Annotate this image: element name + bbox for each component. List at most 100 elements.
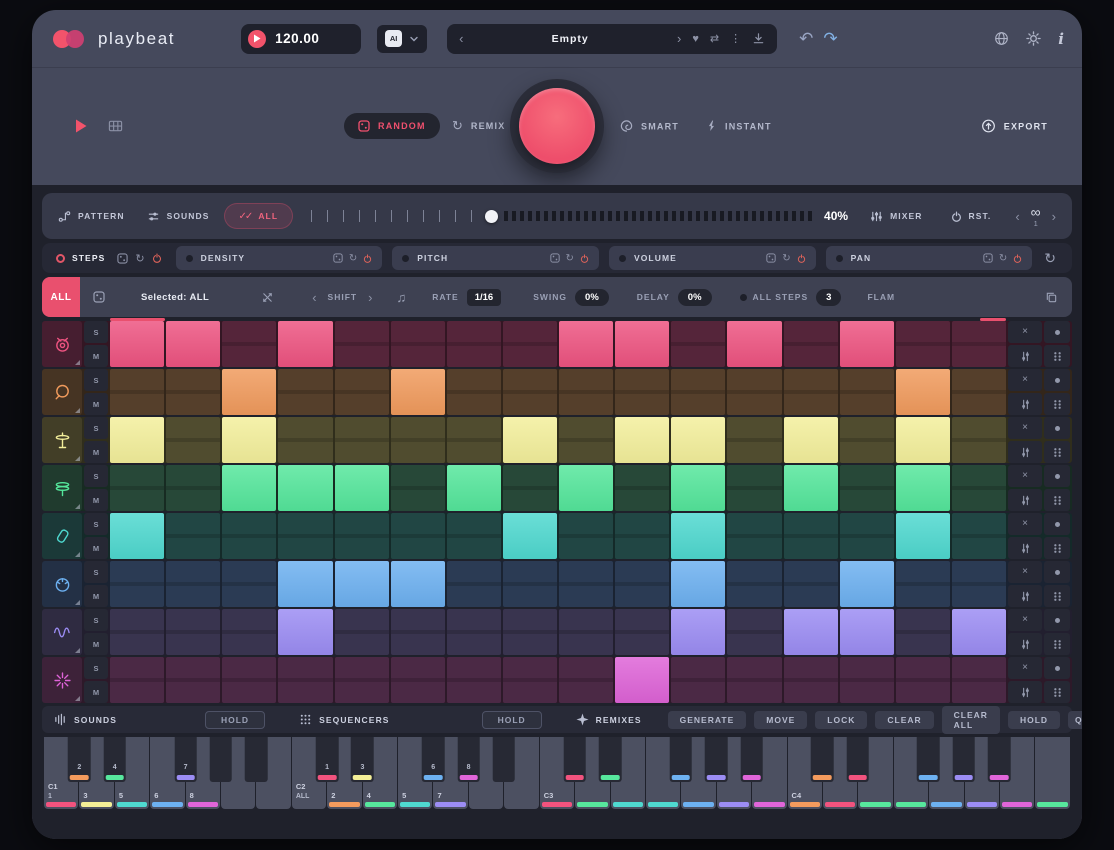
choke-button[interactable] bbox=[1044, 561, 1070, 583]
redo-button[interactable]: ↷ bbox=[823, 29, 837, 49]
step-hihat-12[interactable] bbox=[727, 417, 781, 463]
solo-button-openhat[interactable]: S bbox=[84, 465, 108, 487]
power-icon[interactable] bbox=[363, 254, 372, 263]
power-icon[interactable] bbox=[797, 254, 806, 263]
loop-length-display[interactable]: ∞ 1 bbox=[1031, 205, 1041, 228]
step-fx-15[interactable] bbox=[896, 657, 950, 703]
shuffle-preset-icon[interactable]: ⇄ bbox=[710, 32, 719, 45]
step-fx-10[interactable] bbox=[615, 657, 669, 703]
note-value-icon[interactable]: ♫ bbox=[396, 290, 406, 305]
drag-handle[interactable] bbox=[1044, 537, 1070, 559]
step-synth-4[interactable] bbox=[278, 609, 332, 655]
step-fx-12[interactable] bbox=[727, 657, 781, 703]
step-openhat-12[interactable] bbox=[727, 465, 781, 511]
step-fx-2[interactable] bbox=[166, 657, 220, 703]
info-button[interactable]: i bbox=[1058, 30, 1064, 48]
step-snare-14[interactable] bbox=[840, 369, 894, 415]
step-snare-8[interactable] bbox=[503, 369, 557, 415]
step-openhat-6[interactable] bbox=[391, 465, 445, 511]
clear-all-button[interactable]: CLEAR ALL bbox=[942, 706, 1000, 734]
step-synth-6[interactable] bbox=[391, 609, 445, 655]
step-openhat-15[interactable] bbox=[896, 465, 950, 511]
quantize-button[interactable]: Q bbox=[1068, 711, 1082, 729]
sounds-hold-button[interactable]: HOLD bbox=[205, 711, 265, 729]
piano-key-white[interactable] bbox=[1035, 737, 1069, 809]
step-openhat-14[interactable] bbox=[840, 465, 894, 511]
step-kick-10[interactable] bbox=[615, 321, 669, 367]
step-perc-6[interactable] bbox=[391, 561, 445, 607]
step-fx-3[interactable] bbox=[222, 657, 276, 703]
tab-volume[interactable]: VOLUME↻ bbox=[609, 246, 816, 270]
step-snare-2[interactable] bbox=[166, 369, 220, 415]
piano-key-black-1[interactable]: 1 bbox=[316, 737, 339, 782]
step-shaker-7[interactable] bbox=[447, 513, 501, 559]
preset-prev-button[interactable]: ‹ bbox=[459, 31, 463, 46]
track-icon-hihat[interactable] bbox=[42, 417, 82, 463]
solo-button-fx[interactable]: S bbox=[84, 657, 108, 679]
track-settings-button[interactable] bbox=[1008, 681, 1042, 703]
step-kick-11[interactable] bbox=[671, 321, 725, 367]
step-shaker-9[interactable] bbox=[559, 513, 613, 559]
bpm-display[interactable]: 120.00 bbox=[241, 24, 361, 54]
loop-icon[interactable]: ↻ bbox=[782, 253, 790, 264]
step-fx-11[interactable] bbox=[671, 657, 725, 703]
step-fx-9[interactable] bbox=[559, 657, 613, 703]
drag-handle[interactable] bbox=[1044, 585, 1070, 607]
choke-button[interactable] bbox=[1044, 513, 1070, 535]
step-perc-13[interactable] bbox=[784, 561, 838, 607]
rate-value[interactable]: 1/16 bbox=[467, 289, 502, 306]
step-fx-5[interactable] bbox=[335, 657, 389, 703]
step-snare-4[interactable] bbox=[278, 369, 332, 415]
loop-start-marker[interactable] bbox=[110, 318, 165, 321]
step-kick-16[interactable] bbox=[952, 321, 1006, 367]
ai-dropdown[interactable]: AI bbox=[377, 25, 427, 53]
step-openhat-3[interactable] bbox=[222, 465, 276, 511]
drag-handle[interactable] bbox=[1044, 489, 1070, 511]
clear-track-button[interactable]: × bbox=[1008, 465, 1042, 487]
randomize-trigger-button[interactable] bbox=[519, 88, 595, 164]
copy-icon[interactable] bbox=[1045, 291, 1058, 304]
lock-button[interactable]: LOCK bbox=[815, 711, 867, 729]
reset-button[interactable]: RST. bbox=[951, 211, 992, 222]
globe-button[interactable] bbox=[994, 31, 1009, 46]
step-kick-9[interactable] bbox=[559, 321, 613, 367]
step-hihat-1[interactable] bbox=[110, 417, 164, 463]
piano-key-black[interactable] bbox=[670, 737, 693, 782]
drag-handle[interactable] bbox=[1044, 441, 1070, 463]
step-shaker-6[interactable] bbox=[391, 513, 445, 559]
drag-handle[interactable] bbox=[1044, 393, 1070, 415]
choke-button[interactable] bbox=[1044, 321, 1070, 343]
preset-name[interactable]: Empty bbox=[474, 33, 666, 45]
track-settings-button[interactable] bbox=[1008, 489, 1042, 511]
sync-icon[interactable]: ↻ bbox=[1044, 250, 1056, 267]
delay-value[interactable]: 0% bbox=[678, 289, 712, 306]
step-snare-7[interactable] bbox=[447, 369, 501, 415]
sounds-tab[interactable]: SOUNDS bbox=[147, 210, 210, 223]
step-perc-12[interactable] bbox=[727, 561, 781, 607]
piano-key-black[interactable] bbox=[953, 737, 976, 782]
step-synth-2[interactable] bbox=[166, 609, 220, 655]
clear-track-button[interactable]: × bbox=[1008, 657, 1042, 679]
smart-mode-button[interactable]: SMART bbox=[620, 120, 679, 133]
xy-mirror-icon[interactable] bbox=[261, 291, 274, 304]
step-shaker-14[interactable] bbox=[840, 513, 894, 559]
step-kick-7[interactable] bbox=[447, 321, 501, 367]
step-fx-16[interactable] bbox=[952, 657, 1006, 703]
settings-gear-button[interactable] bbox=[1026, 31, 1041, 46]
page-next-button[interactable]: › bbox=[1052, 209, 1056, 224]
step-kick-5[interactable] bbox=[335, 321, 389, 367]
amount-slider-track[interactable] bbox=[504, 211, 814, 221]
download-icon[interactable] bbox=[752, 32, 765, 45]
step-kick-3[interactable] bbox=[222, 321, 276, 367]
step-fx-13[interactable] bbox=[784, 657, 838, 703]
power-icon[interactable] bbox=[152, 253, 162, 263]
remix-mode-button[interactable]: ↻ REMIX bbox=[452, 118, 505, 134]
track-settings-button[interactable] bbox=[1008, 585, 1042, 607]
step-shaker-15[interactable] bbox=[896, 513, 950, 559]
step-kick-14[interactable] bbox=[840, 321, 894, 367]
clear-track-button[interactable]: × bbox=[1008, 417, 1042, 439]
solo-button-kick[interactable]: S bbox=[84, 321, 108, 343]
dice-icon[interactable] bbox=[550, 253, 560, 263]
step-openhat-9[interactable] bbox=[559, 465, 613, 511]
step-perc-9[interactable] bbox=[559, 561, 613, 607]
